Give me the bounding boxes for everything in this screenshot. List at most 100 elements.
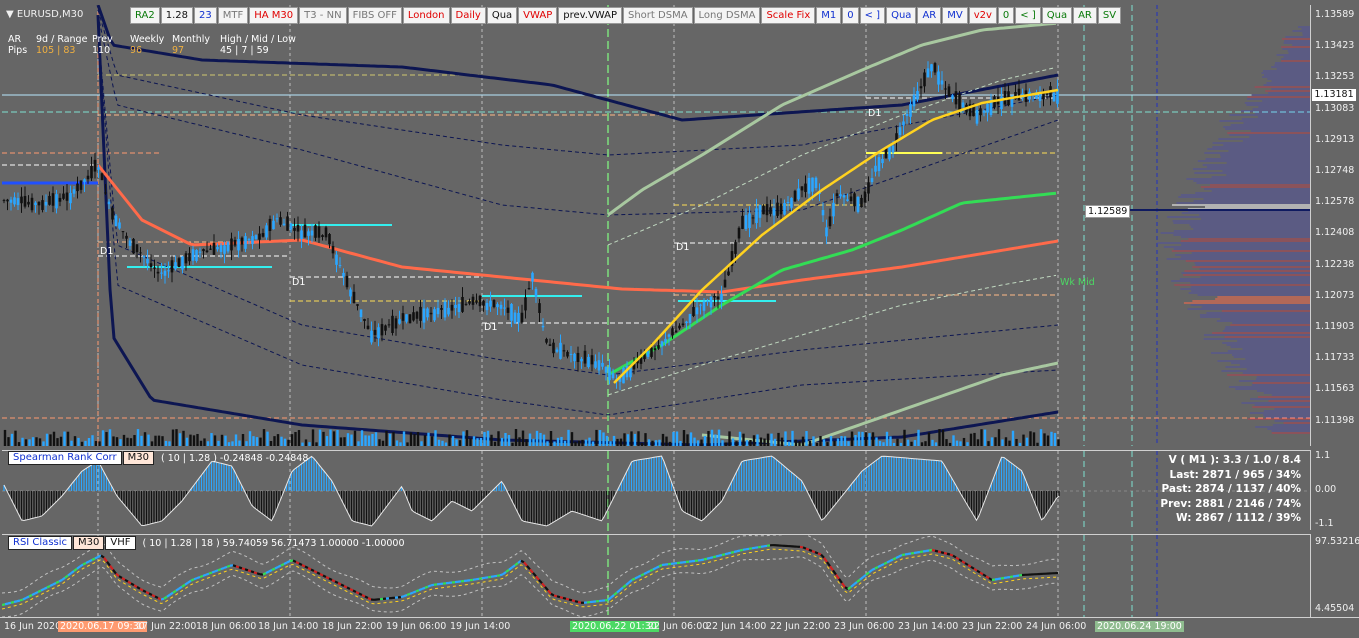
- toolbar-button[interactable]: 0: [842, 7, 858, 24]
- volume-bar: [217, 441, 219, 446]
- volume-bar: [875, 437, 877, 446]
- candle-body: [836, 193, 839, 196]
- rsi-name-button[interactable]: RSI Classic: [8, 536, 72, 550]
- candle-body: [804, 184, 807, 192]
- volume-bar: [641, 443, 643, 446]
- volume-bar: [98, 441, 100, 446]
- rsi-segment: [917, 552, 920, 553]
- candle-body: [468, 301, 471, 304]
- rsi-segment: [815, 552, 818, 553]
- volume-bar: [984, 430, 986, 446]
- volume-bar: [889, 436, 891, 446]
- rsi-segment: [122, 578, 125, 580]
- rsi-segment: [707, 558, 710, 559]
- volume-bar: [795, 440, 797, 446]
- toolbar-button[interactable]: 1.28: [161, 7, 193, 24]
- toolbar-button[interactable]: FIBS OFF: [348, 7, 402, 24]
- toolbar-button[interactable]: M1: [816, 7, 841, 24]
- rsi-segment: [326, 577, 329, 579]
- rsi-segment: [167, 595, 170, 597]
- candle-body: [979, 108, 982, 115]
- volume-bar: [182, 431, 184, 446]
- toolbar-button[interactable]: Qua: [1042, 7, 1072, 24]
- toolbar-button[interactable]: Short DSMA: [623, 7, 693, 24]
- candle-body: [769, 207, 772, 214]
- info-monthly-value: 97: [172, 45, 184, 56]
- volume-bar: [361, 430, 363, 446]
- candle-body: [262, 233, 265, 237]
- volume-bar: [179, 433, 181, 446]
- rsi-segment: [44, 588, 47, 590]
- volume-bar: [340, 437, 342, 446]
- time-axis[interactable]: 16 Jun 20202020.06.17 09:3017 Jun 22:001…: [0, 617, 1359, 638]
- rsi-segment: [713, 557, 716, 558]
- candle-body: [160, 273, 163, 274]
- candle-body: [349, 290, 352, 297]
- rsi-segment: [659, 565, 662, 567]
- volume-bar: [154, 436, 156, 446]
- rsi-segment: [53, 583, 56, 585]
- volume-bar: [18, 442, 20, 446]
- price-axis-label: 1.12408: [1315, 227, 1354, 238]
- candle-body: [556, 350, 559, 352]
- toolbar-button[interactable]: MV: [942, 7, 967, 24]
- rsi-axis: 97.53216 4.45504: [1310, 534, 1359, 617]
- candle-body: [538, 303, 541, 313]
- toolbar-button[interactable]: SV: [1098, 7, 1121, 24]
- candle-body: [195, 250, 198, 261]
- spearman-name-button[interactable]: Spearman Rank Corr: [8, 451, 122, 465]
- candle-body: [3, 200, 6, 201]
- rsi-tf-button[interactable]: M30: [73, 536, 104, 550]
- volume-bar: [770, 434, 772, 446]
- rsi-segment: [254, 572, 257, 573]
- volume-bar: [756, 434, 758, 446]
- spearman-title-bar: Spearman Rank Corr M30 ( 10 | 1.28 ) -0.…: [8, 451, 308, 465]
- candle-body: [986, 104, 989, 113]
- candle-body: [38, 202, 41, 205]
- rsi-segment: [347, 588, 350, 590]
- candle-body: [920, 86, 923, 88]
- candle-body: [783, 203, 786, 214]
- rsi-segment: [47, 586, 50, 588]
- rsi-segment: [875, 567, 878, 569]
- candle-body: [69, 193, 72, 203]
- main-price-axis[interactable]: 1.135891.134231.132531.130831.129131.127…: [1310, 5, 1359, 446]
- volume-bar: [175, 429, 177, 446]
- toolbar-button[interactable]: RA2: [130, 7, 160, 24]
- toolbar-button[interactable]: Daily: [451, 7, 486, 24]
- toolbar-button[interactable]: T3 - NN: [299, 7, 346, 24]
- toolbar-button[interactable]: < ]: [860, 7, 885, 24]
- spearman-tf-button[interactable]: M30: [123, 451, 154, 465]
- toolbar-button[interactable]: Scale Fix: [761, 7, 815, 24]
- info-ar-values: 105 | 83: [36, 45, 75, 56]
- toolbar-button[interactable]: 23: [194, 7, 217, 24]
- toolbar-button[interactable]: v2v: [969, 7, 997, 24]
- toolbar-button[interactable]: AR: [1073, 7, 1097, 24]
- main-price-pane[interactable]: [2, 5, 1310, 446]
- toolbar-button[interactable]: < ]: [1015, 7, 1040, 24]
- candle-body: [321, 235, 324, 237]
- toolbar-button[interactable]: Qua: [886, 7, 916, 24]
- toolbar-button[interactable]: MTF: [218, 7, 249, 24]
- volume-bar: [630, 431, 632, 446]
- toolbar-button[interactable]: Qua: [487, 7, 517, 24]
- toolbar-button[interactable]: VWAP: [518, 7, 557, 24]
- toolbar-button[interactable]: London: [403, 7, 450, 24]
- toolbar-button[interactable]: 0: [998, 7, 1014, 24]
- volume-bar: [956, 441, 958, 446]
- candle-body: [174, 262, 177, 269]
- toolbar-button[interactable]: HA M30: [249, 7, 298, 24]
- toolbar-button[interactable]: prev.VWAP: [558, 7, 622, 24]
- candle-body: [27, 202, 30, 205]
- toolbar-button[interactable]: AR: [917, 7, 941, 24]
- rsi-vhf-button[interactable]: VHF: [105, 536, 135, 550]
- d1-tag: D1: [868, 108, 881, 119]
- toolbar-button[interactable]: Long DSMA: [694, 7, 761, 24]
- volume-bar: [637, 431, 639, 446]
- volume-bar: [966, 442, 968, 446]
- volume-bar: [564, 441, 566, 446]
- volume-bar: [931, 440, 933, 446]
- candle-body: [479, 296, 482, 306]
- rsi-segment: [95, 557, 98, 559]
- candle-body: [587, 357, 590, 367]
